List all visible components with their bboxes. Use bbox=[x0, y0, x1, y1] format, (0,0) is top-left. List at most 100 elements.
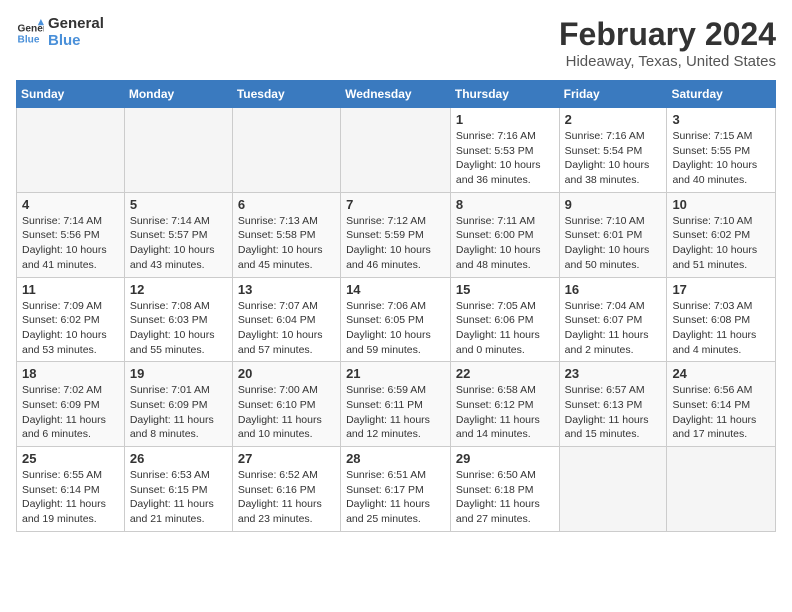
calendar-cell bbox=[341, 108, 451, 193]
day-info: Sunrise: 7:16 AMSunset: 5:53 PMDaylight:… bbox=[456, 129, 554, 188]
title-block: February 2024 Hideaway, Texas, United St… bbox=[559, 16, 776, 70]
calendar-cell: 26 Sunrise: 6:53 AMSunset: 6:15 PMDayligh… bbox=[124, 447, 232, 532]
calendar-cell: 8 Sunrise: 7:11 AMSunset: 6:00 PMDaylight… bbox=[450, 192, 559, 277]
calendar-cell: 3 Sunrise: 7:15 AMSunset: 5:55 PMDaylight… bbox=[667, 108, 776, 193]
day-info: Sunrise: 7:06 AMSunset: 6:05 PMDaylight:… bbox=[346, 299, 445, 358]
day-info: Sunrise: 7:14 AMSunset: 5:57 PMDaylight:… bbox=[130, 214, 227, 273]
day-number: 24 bbox=[672, 366, 770, 381]
day-info: Sunrise: 6:56 AMSunset: 6:14 PMDaylight:… bbox=[672, 383, 770, 442]
logo: General Blue General Blue bbox=[16, 16, 104, 49]
day-info: Sunrise: 7:01 AMSunset: 6:09 PMDaylight:… bbox=[130, 383, 227, 442]
day-number: 21 bbox=[346, 366, 445, 381]
day-info: Sunrise: 7:08 AMSunset: 6:03 PMDaylight:… bbox=[130, 299, 227, 358]
calendar-cell: 10 Sunrise: 7:10 AMSunset: 6:02 PMDayligh… bbox=[667, 192, 776, 277]
weekday-header-sunday: Sunday bbox=[17, 81, 125, 108]
day-info: Sunrise: 6:50 AMSunset: 6:18 PMDaylight:… bbox=[456, 468, 554, 527]
weekday-header-monday: Monday bbox=[124, 81, 232, 108]
day-number: 15 bbox=[456, 282, 554, 297]
logo-icon: General Blue bbox=[16, 19, 44, 47]
day-number: 16 bbox=[565, 282, 662, 297]
day-info: Sunrise: 7:02 AMSunset: 6:09 PMDaylight:… bbox=[22, 383, 119, 442]
day-info: Sunrise: 7:14 AMSunset: 5:56 PMDaylight:… bbox=[22, 214, 119, 273]
day-info: Sunrise: 6:52 AMSunset: 6:16 PMDaylight:… bbox=[238, 468, 335, 527]
calendar-cell: 7 Sunrise: 7:12 AMSunset: 5:59 PMDaylight… bbox=[341, 192, 451, 277]
calendar-cell: 19 Sunrise: 7:01 AMSunset: 6:09 PMDayligh… bbox=[124, 362, 232, 447]
calendar-cell: 9 Sunrise: 7:10 AMSunset: 6:01 PMDaylight… bbox=[559, 192, 667, 277]
day-number: 22 bbox=[456, 366, 554, 381]
day-number: 19 bbox=[130, 366, 227, 381]
calendar-cell: 20Sunrise: 7:00 AMSunset: 6:10 PMDayligh… bbox=[232, 362, 340, 447]
calendar-cell: 2Sunrise: 7:16 AMSunset: 5:54 PMDaylight… bbox=[559, 108, 667, 193]
day-number: 29 bbox=[456, 451, 554, 466]
day-number: 10 bbox=[672, 197, 770, 212]
svg-text:Blue: Blue bbox=[18, 34, 40, 45]
calendar-cell: 21 Sunrise: 6:59 AMSunset: 6:11 PMDayligh… bbox=[341, 362, 451, 447]
calendar-cell bbox=[17, 108, 125, 193]
calendar-cell: 15 Sunrise: 7:05 AMSunset: 6:06 PMDayligh… bbox=[450, 277, 559, 362]
day-number: 14 bbox=[346, 282, 445, 297]
day-info: Sunrise: 7:12 AMSunset: 5:59 PMDaylight:… bbox=[346, 214, 445, 273]
day-number: 20 bbox=[238, 366, 335, 381]
calendar-cell bbox=[232, 108, 340, 193]
day-number: 17 bbox=[672, 282, 770, 297]
calendar-cell bbox=[667, 447, 776, 532]
day-info: Sunrise: 6:53 AMSunset: 6:15 PMDaylight:… bbox=[130, 468, 227, 527]
weekday-header-tuesday: Tuesday bbox=[232, 81, 340, 108]
day-number: 1 bbox=[456, 112, 554, 127]
weekday-header-friday: Friday bbox=[559, 81, 667, 108]
calendar-cell: 4 Sunrise: 7:14 AMSunset: 5:56 PMDaylight… bbox=[17, 192, 125, 277]
page-title: February 2024 bbox=[559, 16, 776, 53]
weekday-header-row: SundayMondayTuesdayWednesdayThursdayFrid… bbox=[17, 81, 776, 108]
calendar-cell: 17 Sunrise: 7:03 AMSunset: 6:08 PMDayligh… bbox=[667, 277, 776, 362]
day-number: 6 bbox=[238, 197, 335, 212]
calendar-cell: 25 Sunrise: 6:55 AMSunset: 6:14 PMDayligh… bbox=[17, 447, 125, 532]
day-number: 13 bbox=[238, 282, 335, 297]
day-info: Sunrise: 7:15 AMSunset: 5:55 PMDaylight:… bbox=[672, 129, 770, 188]
day-info: Sunrise: 6:57 AMSunset: 6:13 PMDaylight:… bbox=[565, 383, 662, 442]
calendar-cell: 1 Sunrise: 7:16 AMSunset: 5:53 PMDaylight… bbox=[450, 108, 559, 193]
day-info: Sunrise: 6:51 AMSunset: 6:17 PMDaylight:… bbox=[346, 468, 445, 527]
day-info: Sunrise: 7:07 AMSunset: 6:04 PMDaylight:… bbox=[238, 299, 335, 358]
calendar-table: SundayMondayTuesdayWednesdayThursdayFrid… bbox=[16, 80, 776, 532]
day-number: 8 bbox=[456, 197, 554, 212]
page-subtitle: Hideaway, Texas, United States bbox=[559, 53, 776, 70]
calendar-cell: 27Sunrise: 6:52 AMSunset: 6:16 PMDayligh… bbox=[232, 447, 340, 532]
calendar-cell bbox=[559, 447, 667, 532]
day-info: Sunrise: 7:11 AMSunset: 6:00 PMDaylight:… bbox=[456, 214, 554, 273]
calendar-cell: 12 Sunrise: 7:08 AMSunset: 6:03 PMDayligh… bbox=[124, 277, 232, 362]
calendar-cell: 13 Sunrise: 7:07 AMSunset: 6:04 PMDayligh… bbox=[232, 277, 340, 362]
day-number: 11 bbox=[22, 282, 119, 297]
calendar-cell: 5Sunrise: 7:14 AMSunset: 5:57 PMDaylight… bbox=[124, 192, 232, 277]
calendar-cell: 18 Sunrise: 7:02 AMSunset: 6:09 PMDayligh… bbox=[17, 362, 125, 447]
calendar-week-4: 18 Sunrise: 7:02 AMSunset: 6:09 PMDayligh… bbox=[17, 362, 776, 447]
day-number: 26 bbox=[130, 451, 227, 466]
day-info: Sunrise: 7:04 AMSunset: 6:07 PMDaylight:… bbox=[565, 299, 662, 358]
day-info: Sunrise: 6:59 AMSunset: 6:11 PMDaylight:… bbox=[346, 383, 445, 442]
day-info: Sunrise: 7:16 AMSunset: 5:54 PMDaylight:… bbox=[565, 129, 662, 188]
day-info: Sunrise: 7:05 AMSunset: 6:06 PMDaylight:… bbox=[456, 299, 554, 358]
day-info: Sunrise: 7:10 AMSunset: 6:01 PMDaylight:… bbox=[565, 214, 662, 273]
day-info: Sunrise: 7:13 AMSunset: 5:58 PMDaylight:… bbox=[238, 214, 335, 273]
day-number: 4 bbox=[22, 197, 119, 212]
day-info: Sunrise: 6:58 AMSunset: 6:12 PMDaylight:… bbox=[456, 383, 554, 442]
logo-general: General bbox=[48, 16, 104, 33]
day-info: Sunrise: 7:10 AMSunset: 6:02 PMDaylight:… bbox=[672, 214, 770, 273]
calendar-week-3: 11 Sunrise: 7:09 AMSunset: 6:02 PMDayligh… bbox=[17, 277, 776, 362]
day-info: Sunrise: 7:03 AMSunset: 6:08 PMDaylight:… bbox=[672, 299, 770, 358]
day-info: Sunrise: 6:55 AMSunset: 6:14 PMDaylight:… bbox=[22, 468, 119, 527]
weekday-header-thursday: Thursday bbox=[450, 81, 559, 108]
calendar-week-2: 4 Sunrise: 7:14 AMSunset: 5:56 PMDaylight… bbox=[17, 192, 776, 277]
day-info: Sunrise: 7:09 AMSunset: 6:02 PMDaylight:… bbox=[22, 299, 119, 358]
calendar-cell: 22 Sunrise: 6:58 AMSunset: 6:12 PMDayligh… bbox=[450, 362, 559, 447]
day-number: 12 bbox=[130, 282, 227, 297]
day-number: 9 bbox=[565, 197, 662, 212]
day-number: 25 bbox=[22, 451, 119, 466]
calendar-cell: 14 Sunrise: 7:06 AMSunset: 6:05 PMDayligh… bbox=[341, 277, 451, 362]
weekday-header-saturday: Saturday bbox=[667, 81, 776, 108]
day-number: 7 bbox=[346, 197, 445, 212]
day-number: 18 bbox=[22, 366, 119, 381]
calendar-cell: 24 Sunrise: 6:56 AMSunset: 6:14 PMDayligh… bbox=[667, 362, 776, 447]
calendar-cell: 6 Sunrise: 7:13 AMSunset: 5:58 PMDaylight… bbox=[232, 192, 340, 277]
calendar-week-5: 25 Sunrise: 6:55 AMSunset: 6:14 PMDayligh… bbox=[17, 447, 776, 532]
day-number: 3 bbox=[672, 112, 770, 127]
